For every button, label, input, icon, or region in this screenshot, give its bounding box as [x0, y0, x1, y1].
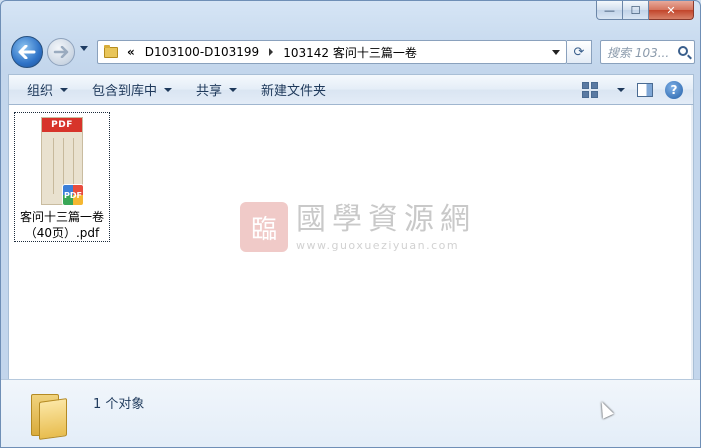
caption-buttons: — ☐ ✕	[596, 1, 694, 20]
file-list[interactable]: PDF PDF 客问十三篇一卷 （40页）.pdf 臨 國學資源網 www.gu…	[8, 105, 694, 379]
address-history-dropdown[interactable]	[552, 50, 560, 55]
include-in-library-label: 包含到库中	[92, 84, 158, 99]
share-menu[interactable]: 共享	[184, 75, 249, 104]
new-folder-label: 新建文件夹	[261, 84, 327, 99]
refresh-button[interactable]: ⟳	[567, 40, 592, 64]
close-button[interactable]: ✕	[649, 1, 694, 20]
breadcrumb-current[interactable]: 103142 客问十三篇一卷	[283, 44, 417, 61]
scrollbar[interactable]	[691, 105, 693, 379]
file-name: 客问十三篇一卷 （40页）.pdf	[15, 209, 109, 241]
search-box[interactable]: 搜索 103...	[600, 40, 695, 64]
search-placeholder: 搜索 103...	[607, 45, 670, 60]
maximize-button[interactable]: ☐	[623, 1, 649, 20]
navigation-bar: « D103100-D103199 103142 客问十三篇一卷 ⟳ 搜索 10…	[9, 33, 695, 69]
back-button[interactable]	[11, 36, 43, 68]
watermark-text: 國學資源網 www.guoxueziyuan.com	[296, 201, 476, 252]
forward-button[interactable]	[47, 38, 75, 66]
pdf-app-icon: PDF	[62, 184, 84, 206]
share-label: 共享	[196, 84, 223, 99]
folder-icon	[29, 390, 69, 440]
help-icon[interactable]: ?	[665, 81, 683, 99]
command-bar: 组织 包含到库中 共享 新建文件夹 ?	[8, 74, 694, 105]
file-item[interactable]: PDF PDF 客问十三篇一卷 （40页）.pdf	[14, 112, 110, 242]
address-bar[interactable]: « D103100-D103199 103142 客问十三篇一卷	[97, 40, 567, 64]
file-name-line1: 客问十三篇一卷	[19, 210, 104, 224]
forward-arrow-icon	[53, 46, 69, 58]
dropdown-arrow-icon	[60, 87, 69, 92]
watermark: 臨 國學資源網 www.guoxueziyuan.com	[240, 202, 476, 252]
file-name-line2: （40页）.pdf	[24, 226, 100, 240]
folder-icon	[104, 44, 118, 58]
recent-pages-dropdown[interactable]	[80, 46, 88, 51]
watermark-seal-icon: 臨	[240, 202, 288, 252]
include-in-library-menu[interactable]: 包含到库中	[80, 75, 184, 104]
change-view-icon[interactable]	[582, 82, 598, 98]
dropdown-arrow-icon	[229, 87, 238, 92]
toolbar-right: ?	[582, 81, 683, 99]
view-dropdown-icon[interactable]	[617, 88, 625, 92]
item-count: 1 个对象	[93, 397, 145, 412]
back-arrow-icon	[18, 45, 36, 59]
mouse-cursor-icon	[596, 399, 614, 419]
watermark-url: www.guoxueziyuan.com	[296, 238, 460, 252]
dropdown-arrow-icon	[164, 87, 173, 92]
breadcrumb-parent[interactable]: D103100-D103199	[145, 45, 259, 59]
pdf-header: PDF	[42, 118, 82, 132]
minimize-button[interactable]: —	[596, 1, 623, 20]
pdf-thumbnail: PDF PDF	[41, 117, 84, 206]
organize-menu[interactable]: 组织	[9, 75, 80, 104]
details-pane: 1 个对象	[1, 379, 700, 447]
search-icon[interactable]	[678, 46, 688, 56]
organize-label: 组织	[27, 84, 54, 99]
address-overflow-chevron[interactable]: «	[127, 45, 135, 59]
preview-pane-icon[interactable]	[637, 83, 653, 97]
new-folder-button[interactable]: 新建文件夹	[249, 75, 338, 104]
refresh-icon: ⟳	[573, 44, 585, 60]
watermark-title: 國學資源網	[296, 201, 476, 237]
breadcrumb-separator-icon[interactable]	[269, 48, 274, 56]
explorer-window: — ☐ ✕ « D103100-D103199 103142 客问十三篇一卷 ⟳	[0, 0, 701, 448]
